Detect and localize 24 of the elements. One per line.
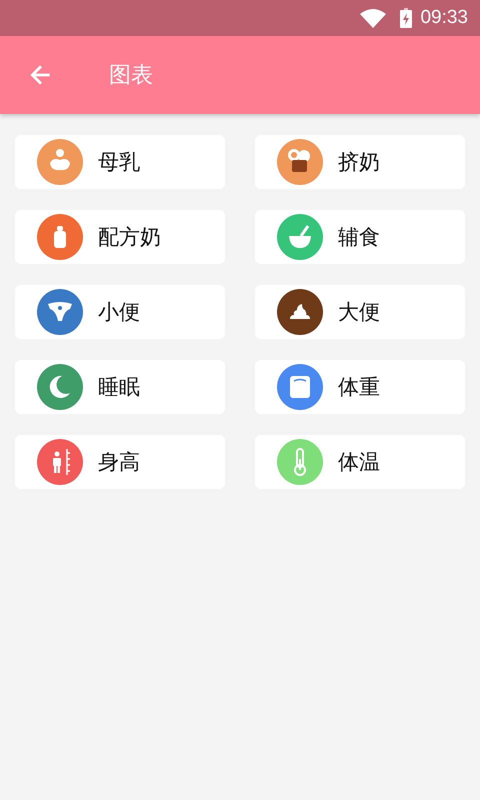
chart-category-card[interactable]: 小便 [15,285,225,339]
chart-category-card[interactable]: 母乳 [15,135,225,189]
poop-icon [277,289,323,335]
chart-category-card[interactable]: 睡眠 [15,360,225,414]
chart-category-card[interactable]: 辅食 [255,210,465,264]
chart-category-card[interactable]: 体重 [255,360,465,414]
chart-category-card[interactable]: 大便 [255,285,465,339]
mother-icon [37,139,83,185]
pump-icon [277,139,323,185]
bottle-icon [37,214,83,260]
battery-icon [400,8,412,28]
page-title: 图表 [109,62,153,90]
scale-icon [277,364,323,410]
chart-category-card[interactable]: 身高 [15,435,225,489]
thermometer-icon [277,439,323,485]
moon-icon [37,364,83,410]
chart-category-card[interactable]: 配方奶 [15,210,225,264]
person-height-icon [37,439,83,485]
status-time: 09:33 [420,7,468,29]
chart-category-card[interactable]: 体温 [255,435,465,489]
chart-category-card[interactable]: 挤奶 [255,135,465,189]
wifi-icon [360,8,386,28]
bowl-icon [277,214,323,260]
diaper-icon [37,289,83,335]
